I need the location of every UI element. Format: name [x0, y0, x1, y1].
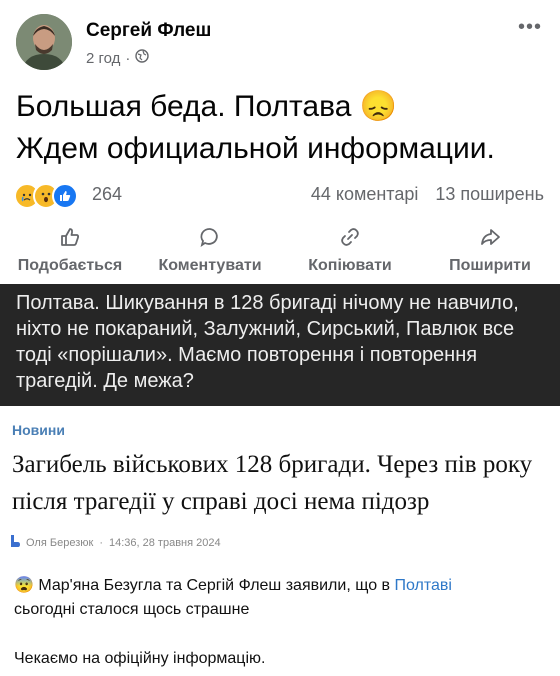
share-button[interactable]: Поширити: [420, 224, 560, 275]
post-time[interactable]: 2 год: [86, 50, 120, 67]
meta-separator: ·: [125, 49, 131, 67]
news-category-tag[interactable]: Новини: [12, 422, 65, 438]
news-logo-icon: [10, 534, 20, 551]
news-byline: Оля Березюк · 14:36, 28 травня 2024: [10, 534, 221, 551]
share-label: Поширити: [449, 257, 531, 274]
share-icon: [420, 224, 560, 250]
like-label: Подобається: [17, 257, 123, 274]
like-button[interactable]: Подобається: [0, 224, 140, 275]
message-text-after-link: сьогодні сталося щось страшне: [14, 601, 250, 618]
comment-button[interactable]: Коментувати: [140, 224, 280, 275]
reaction-count[interactable]: 264: [92, 184, 122, 205]
news-author: Оля Березюк: [26, 536, 94, 549]
post-text: Большая беда. Полтава 😞 Ждем официальной…: [16, 86, 495, 170]
post-text-line1: Большая беда. Полтава: [16, 90, 352, 123]
author-avatar[interactable]: [16, 14, 72, 70]
more-options-button[interactable]: •••: [518, 16, 542, 39]
copy-button[interactable]: Копіювати: [280, 224, 420, 275]
news-headline[interactable]: Загибель військових 128 бригади. Через п…: [12, 446, 542, 520]
like-reaction-icon: [52, 183, 78, 209]
post-actions: Подобається Коментувати Копіювати Пошири…: [0, 224, 560, 278]
copy-label: Копіювати: [308, 257, 392, 274]
caption-text: Полтава. Шикування в 128 бригаді нічому …: [16, 292, 519, 392]
post-text-line2: Ждем официальной информации.: [16, 132, 495, 165]
post-meta: 2 год ·: [86, 49, 150, 67]
post-stats: 44 коментарі 13 поширень: [311, 184, 544, 205]
comment-label: Коментувати: [158, 257, 262, 274]
message-paragraph: 😨 Мар'яна Безугла та Сергій Флеш заявили…: [14, 574, 544, 622]
fear-emoji: 😨: [14, 577, 34, 594]
comments-count[interactable]: 44 коментарі: [311, 184, 419, 204]
comment-icon: [140, 224, 280, 250]
sad-face-emoji: 😞: [359, 90, 398, 123]
message-line2: Чекаємо на офіційну інформацію.: [14, 650, 266, 667]
reactions-bar: 264 44 коментарі 13 поширень: [14, 183, 544, 209]
news-card: Новини Загибель військових 128 бригади. …: [0, 406, 560, 566]
dark-caption-panel: Полтава. Шикування в 128 бригаді нічому …: [0, 284, 560, 406]
facebook-post: Сергей Флеш 2 год · ••• Большая беда. По…: [0, 0, 560, 284]
thumbs-up-icon: [0, 224, 140, 250]
byline-separator: ·: [99, 536, 103, 549]
globe-icon: [135, 49, 150, 67]
shares-count[interactable]: 13 поширень: [435, 184, 544, 204]
poltava-link[interactable]: Полтаві: [394, 577, 451, 594]
news-date: 14:36, 28 травня 2024: [108, 536, 221, 549]
author-name[interactable]: Сергей Флеш: [86, 20, 211, 42]
message-text-before-link: Мар'яна Безугла та Сергій Флеш заявили, …: [38, 577, 395, 594]
reaction-icons[interactable]: [14, 183, 78, 209]
link-icon: [280, 224, 420, 250]
telegram-message: 😨 Мар'яна Безугла та Сергій Флеш заявили…: [0, 566, 560, 676]
